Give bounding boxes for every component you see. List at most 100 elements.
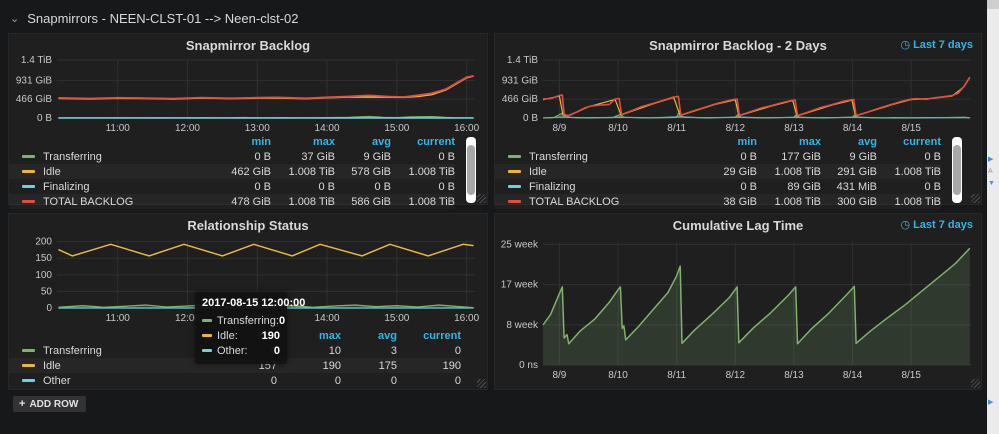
tooltip-series-value: 0 xyxy=(273,344,280,357)
series-color-dash xyxy=(202,349,212,352)
edge-text: A xyxy=(988,168,993,175)
svg-text:8/9: 8/9 xyxy=(552,370,566,381)
backlog-chart[interactable]: 0 B 466 GiB 931 GiB 1.4 TiB 11:00 12:00 13:00 1… xyxy=(11,54,483,134)
legend-value: 431 MiB xyxy=(836,180,877,193)
add-row-button[interactable]: + ADD ROW xyxy=(13,396,87,412)
panel-cumulative-lag-time: Cumulative Lag Time ◷ Last 7 days 0 ns 8 … xyxy=(494,213,982,390)
backlog-2days-chart[interactable]: 0 B 466 GiB 931 GiB 1.4 TiB 8/9 8/10 8/11 8/12 8… xyxy=(497,54,979,134)
series-color-dash xyxy=(22,170,35,173)
series-toggle-label[interactable]: Other xyxy=(43,375,71,387)
legend-header-current[interactable]: current xyxy=(397,330,461,342)
series-toggle-label[interactable]: Transferring xyxy=(43,345,102,357)
legend-value: 0 xyxy=(270,374,277,387)
svg-text:11:00: 11:00 xyxy=(106,123,131,134)
legend-value: 300 GiB xyxy=(837,195,877,208)
chart-tooltip: 2017-08-15 12:00:00 Transferring: 0 Idle: 1… xyxy=(195,292,306,364)
panel-snapmirror-backlog-2days: Snapmirror Backlog - 2 Days ◷ Last 7 day… xyxy=(494,33,982,208)
arrow-right-icon: ▶ xyxy=(988,156,994,163)
legend-value: 1.008 TiB xyxy=(288,195,335,208)
legend-value: 0 B xyxy=(438,180,455,193)
panel-title[interactable]: Relationship Status xyxy=(9,214,487,234)
legend-header-avg[interactable]: avg xyxy=(821,136,877,148)
series-toggle-label[interactable]: TOTAL BACKLOG xyxy=(529,196,619,208)
tooltip-series-value: 190 xyxy=(261,329,280,342)
legend-header-min[interactable]: min xyxy=(701,136,757,148)
legend: min max avg current Transferring 0 B 177 GiB 9 … xyxy=(495,134,981,209)
series-toggle-label[interactable]: Idle xyxy=(43,360,61,372)
resize-handle[interactable] xyxy=(477,194,486,203)
clock-icon: ◷ xyxy=(900,39,911,51)
legend-value: 478 GiB xyxy=(231,195,271,208)
legend-header-current[interactable]: current xyxy=(391,136,455,148)
panel-title[interactable]: Snapmirror Backlog xyxy=(9,34,487,54)
svg-text:8/14: 8/14 xyxy=(843,370,863,381)
tooltip-row: Idle: 190 xyxy=(202,328,280,343)
legend-value: 0 B xyxy=(924,150,941,163)
legend: min max avg current Transferring 0 B 37 GiB 9 G… xyxy=(9,134,487,209)
tooltip-series-value: 0 xyxy=(278,314,286,327)
tooltip-series-label: Transferring: xyxy=(217,314,279,327)
panel-snapmirror-backlog: Snapmirror Backlog 0 B 466 GiB 931 GiB 1.4 … xyxy=(8,33,488,208)
legend-value: 586 GiB xyxy=(351,195,391,208)
series-toggle-label[interactable]: TOTAL BACKLOG xyxy=(43,196,133,208)
svg-text:8/12: 8/12 xyxy=(726,123,746,134)
scrollbar-thumb[interactable] xyxy=(953,145,961,195)
row-header[interactable]: ⌄ Snapmirrors - NEEN-CLST-01 --> Neen-cl… xyxy=(10,9,299,27)
svg-text:931 GiB: 931 GiB xyxy=(502,75,538,86)
legend-value: 175 xyxy=(378,359,397,372)
legend-header-max[interactable]: max xyxy=(757,136,821,148)
legend-value: 0 B xyxy=(740,150,757,163)
legend-row: Transferring 0 B 37 GiB 9 GiB 0 B xyxy=(9,149,455,164)
series-toggle-label[interactable]: Finalizing xyxy=(43,181,89,193)
svg-text:8/10: 8/10 xyxy=(608,370,628,381)
legend-value: 291 GiB xyxy=(837,165,877,178)
legend-header-row: minmaxavgcurrent xyxy=(9,134,455,149)
svg-text:8/12: 8/12 xyxy=(726,370,746,381)
svg-text:16:00: 16:00 xyxy=(454,123,479,134)
legend-scrollbar[interactable] xyxy=(952,137,962,203)
tooltip-row: Other: 0 xyxy=(202,343,280,358)
time-range-badge[interactable]: ◷ Last 7 days xyxy=(900,38,973,52)
scrollbar-thumb[interactable] xyxy=(467,145,475,195)
svg-text:8/9: 8/9 xyxy=(552,123,566,134)
legend-value: 0 B xyxy=(374,180,391,193)
chevron-down-icon[interactable]: ⌄ xyxy=(10,12,19,25)
svg-text:12:00: 12:00 xyxy=(175,123,200,134)
legend-header-avg[interactable]: avg xyxy=(341,330,397,342)
legend-value: 1.008 TiB xyxy=(894,165,941,178)
time-range-badge[interactable]: ◷ Last 7 days xyxy=(900,218,973,232)
legend-header-max[interactable]: max xyxy=(271,136,335,148)
legend-value: 0 B xyxy=(438,150,455,163)
svg-text:14:00: 14:00 xyxy=(315,313,340,324)
tooltip-series-label: Idle: xyxy=(217,329,238,342)
series-toggle-label[interactable]: Finalizing xyxy=(529,181,575,193)
svg-text:8/15: 8/15 xyxy=(901,123,921,134)
svg-text:14:00: 14:00 xyxy=(315,123,340,134)
legend-header-current[interactable]: current xyxy=(877,136,941,148)
legend-scrollbar[interactable] xyxy=(466,137,476,203)
series-toggle-label[interactable]: Idle xyxy=(43,166,61,178)
tooltip-timestamp: 2017-08-15 12:00:00 xyxy=(202,297,306,309)
series-toggle-label[interactable]: Transferring xyxy=(529,151,588,163)
series-toggle-label[interactable]: Idle xyxy=(529,166,547,178)
series-toggle-label[interactable]: Transferring xyxy=(43,151,102,163)
clock-icon: ◷ xyxy=(900,219,911,231)
resize-handle[interactable] xyxy=(971,379,980,388)
legend-value: 190 xyxy=(442,359,461,372)
legend-value: 0 xyxy=(454,344,461,357)
cumulative-lag-chart[interactable]: 0 ns 8 week 17 week 25 week 8/9 8/10 8/11 8/12 8… xyxy=(497,234,979,387)
svg-text:11:00: 11:00 xyxy=(106,313,131,324)
legend-header-min[interactable]: min xyxy=(215,136,271,148)
resize-handle[interactable] xyxy=(971,194,980,203)
svg-text:25 week: 25 week xyxy=(501,239,539,250)
resize-handle[interactable] xyxy=(477,379,486,388)
legend-header-avg[interactable]: avg xyxy=(335,136,391,148)
legend-header-row: minmaxavgcurrent xyxy=(495,134,941,149)
svg-text:200: 200 xyxy=(35,237,52,248)
legend-value: 0 xyxy=(454,374,461,387)
add-row-label: ADD ROW xyxy=(29,398,79,410)
svg-text:13:00: 13:00 xyxy=(245,123,270,134)
legend-value: 0 xyxy=(334,374,341,387)
legend-row: Idle 462 GiB 1.008 TiB 578 GiB 1.008 TiB xyxy=(9,164,455,179)
svg-text:8/13: 8/13 xyxy=(784,123,804,134)
